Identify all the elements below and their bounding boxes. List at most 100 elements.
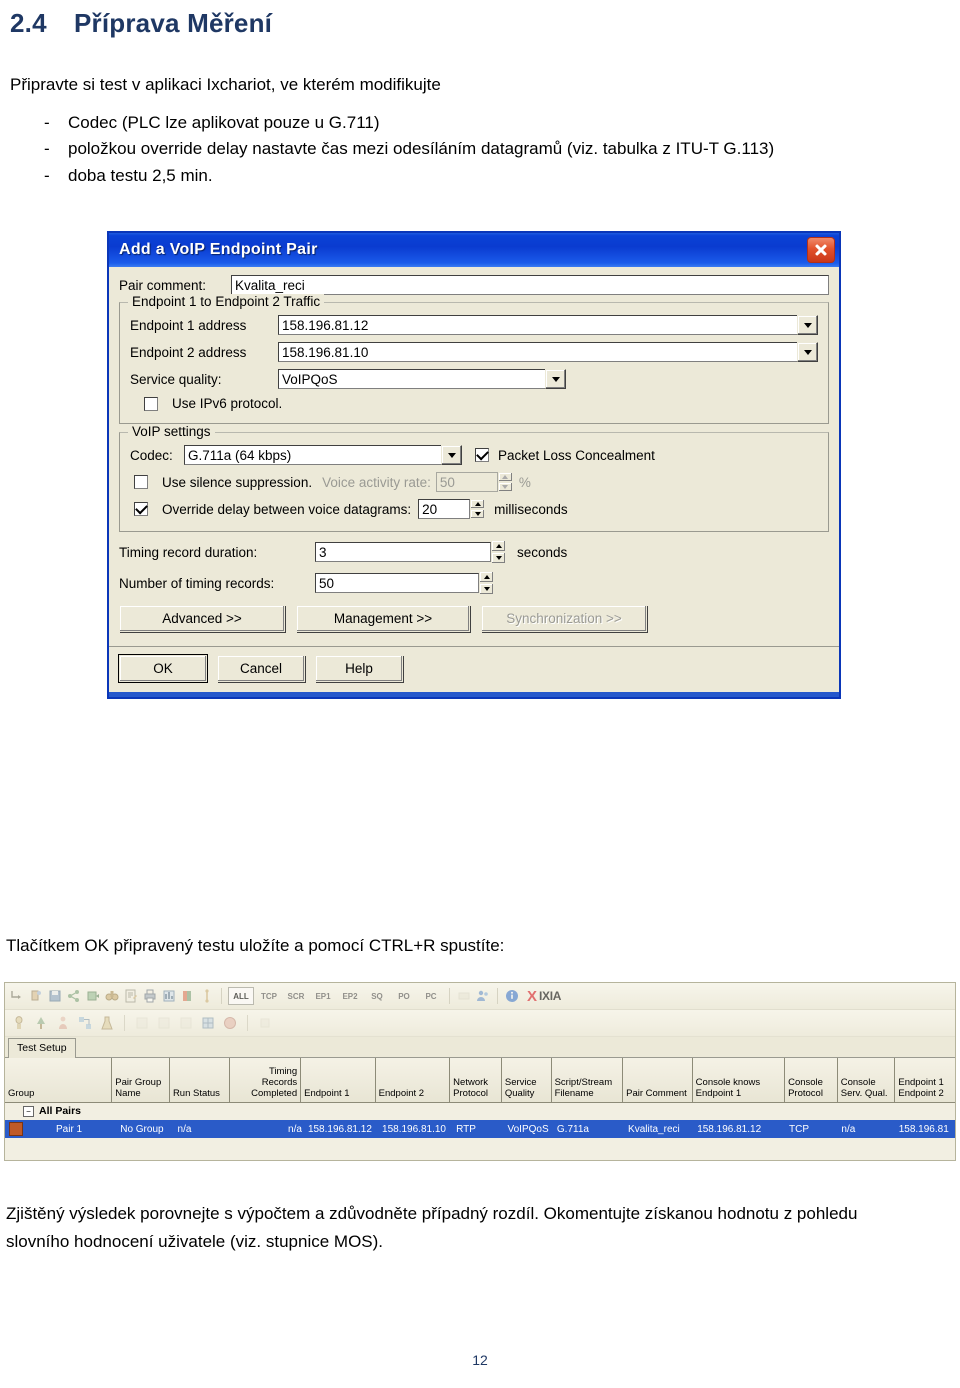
cell-endpoint-2: 158.196.81.10 <box>382 1123 446 1135</box>
cell-service-quality: VoIPQoS <box>507 1123 549 1135</box>
help-button[interactable]: Help <box>315 655 403 682</box>
stepper-down-icon[interactable] <box>491 552 506 564</box>
edit-script-icon[interactable] <box>123 988 139 1004</box>
service-quality-label: Service quality: <box>130 371 222 387</box>
service-quality-combo[interactable]: VoIPQoS <box>278 369 566 389</box>
info-icon[interactable] <box>504 988 520 1004</box>
timing-record-duration-row: Timing record duration: 3 seconds <box>119 540 829 564</box>
codec-combo[interactable]: G.711a (64 kbps) <box>184 445 462 465</box>
column-header-group[interactable]: Group <box>5 1058 113 1102</box>
stepper-up-icon[interactable] <box>497 472 513 482</box>
save-icon[interactable] <box>47 988 63 1004</box>
advanced-button[interactable]: Advanced >> <box>119 605 285 632</box>
filter-button-po[interactable]: PO <box>392 988 416 1004</box>
measure-icon[interactable] <box>199 988 215 1004</box>
chevron-down-icon[interactable] <box>545 369 566 389</box>
person-icon[interactable] <box>55 1015 71 1031</box>
filter-button-pc[interactable]: PC <box>419 988 443 1004</box>
page-title: 2.4 Příprava Měření <box>10 8 272 39</box>
stepper-up-icon[interactable] <box>491 540 506 552</box>
tree-root-label: All Pairs <box>39 1105 82 1117</box>
section-button-bar: Advanced >> Management >> Synchronizatio… <box>119 605 829 632</box>
filter-button-ep2[interactable]: EP2 <box>338 988 362 1004</box>
column-header-pair-group-name[interactable]: Pair Group Name <box>112 1058 170 1102</box>
column-header-endpoint-2[interactable]: Endpoint 2 <box>375 1058 451 1102</box>
people-icon[interactable] <box>475 988 491 1004</box>
endpoint2-address-value[interactable]: 158.196.81.10 <box>278 342 797 362</box>
share-icon[interactable] <box>66 988 82 1004</box>
chevron-down-icon[interactable] <box>441 445 462 465</box>
chevron-down-icon[interactable] <box>797 342 818 362</box>
voice-activity-rate-input[interactable]: 50 <box>435 472 498 492</box>
packet-loss-concealment-checkbox[interactable] <box>475 447 489 462</box>
binoculars-icon[interactable] <box>104 988 120 1004</box>
column-header-endpoint-1-endpoint-2[interactable]: Endpoint 1 Endpoint 2 <box>895 1058 956 1102</box>
chevron-down-icon[interactable] <box>797 315 818 335</box>
tab-test-setup[interactable]: Test Setup <box>8 1038 76 1058</box>
override-delay-checkbox[interactable] <box>134 501 148 516</box>
column-header-service-quality[interactable]: Service Quality <box>501 1058 552 1102</box>
number-of-timing-records-stepper[interactable] <box>479 571 494 595</box>
column-header-run-status[interactable]: Run Status <box>169 1058 230 1102</box>
ixchariot-toolbar-primary: ALL TCP SCR EP1 EP2 SQ PO PC X IXIA <box>5 983 955 1010</box>
timing-record-duration-input[interactable]: 3 <box>315 542 491 562</box>
network-pair-icon[interactable] <box>77 1015 93 1031</box>
pair-comment-input[interactable]: Kvalita_reci <box>231 275 829 295</box>
number-of-timing-records-input[interactable]: 50 <box>315 573 479 593</box>
override-delay-row: Override delay between voice datagrams: … <box>130 499 818 519</box>
table-row[interactable]: Pair 1 No Group n/a n/a 158.196.81.12 15… <box>5 1120 955 1138</box>
filter-button-all[interactable]: ALL <box>228 987 254 1005</box>
column-header-network-protocol[interactable]: Network Protocol <box>450 1058 502 1102</box>
filter-button-scr[interactable]: SCR <box>284 988 308 1004</box>
tree-icon[interactable] <box>33 1015 49 1031</box>
tree-root-row[interactable]: − All Pairs <box>5 1103 955 1120</box>
override-delay-stepper[interactable] <box>470 499 486 519</box>
stop-icon[interactable] <box>222 1015 238 1031</box>
filter-button-ep1[interactable]: EP1 <box>311 988 335 1004</box>
chart-icon[interactable] <box>161 988 177 1004</box>
stepper-up-icon[interactable] <box>479 571 494 583</box>
filter-button-sq[interactable]: SQ <box>365 988 389 1004</box>
endpoint1-address-combo[interactable]: 158.196.81.12 <box>278 315 818 335</box>
column-header-console-knows-endpoint-1[interactable]: Console knows Endpoint 1 <box>692 1058 786 1102</box>
endpoint2-address-combo[interactable]: 158.196.81.10 <box>278 342 818 362</box>
override-delay-input[interactable]: 20 <box>418 499 471 519</box>
heading-number: 2.4 <box>10 8 47 38</box>
cancel-button[interactable]: Cancel <box>217 655 305 682</box>
dialog-body: Pair comment: Kvalita_reci Endpoint 1 to… <box>109 267 839 644</box>
stepper-down-icon[interactable] <box>497 482 513 492</box>
timing-record-duration-stepper[interactable] <box>491 540 506 564</box>
codec-value[interactable]: G.711a (64 kbps) <box>184 445 441 465</box>
collapse-icon[interactable]: − <box>23 1106 34 1117</box>
use-silence-suppression-checkbox[interactable] <box>134 475 148 489</box>
column-header-endpoint-1[interactable]: Endpoint 1 <box>301 1058 376 1102</box>
flag-icon[interactable] <box>180 988 196 1004</box>
column-header-console-protocol[interactable]: Console Protocol <box>785 1058 838 1102</box>
grid-icon[interactable] <box>200 1015 216 1031</box>
column-header-pair-comment[interactable]: Pair Comment <box>623 1058 693 1102</box>
run-test-icon[interactable] <box>85 988 101 1004</box>
printer-icon[interactable] <box>142 988 158 1004</box>
add-pair-icon[interactable] <box>28 988 44 1004</box>
column-header-timing-records-completed[interactable]: Timing Records Completed <box>229 1058 302 1102</box>
new-pair-icon[interactable] <box>9 988 25 1004</box>
management-button[interactable]: Management >> <box>296 605 470 632</box>
ixia-logo: X IXIA <box>527 989 561 1004</box>
voice-activity-rate-stepper[interactable] <box>497 472 513 492</box>
ok-button[interactable]: OK <box>119 655 207 682</box>
stepper-down-icon[interactable] <box>479 583 494 595</box>
filter-button-tcp[interactable]: TCP <box>257 988 281 1004</box>
close-icon[interactable] <box>807 237 835 263</box>
stepper-down-icon[interactable] <box>470 509 486 519</box>
column-header-script-stream-filename[interactable]: Script/Stream Filename <box>551 1058 624 1102</box>
voice-activity-rate-unit: % <box>518 474 531 490</box>
stepper-up-icon[interactable] <box>470 499 486 509</box>
endpoint1-address-value[interactable]: 158.196.81.12 <box>278 315 797 335</box>
endpoint-icon[interactable] <box>11 1015 27 1031</box>
ixia-name: IXIA <box>539 989 562 1003</box>
service-quality-value[interactable]: VoIPQoS <box>278 369 545 389</box>
use-ipv6-checkbox[interactable] <box>144 396 158 411</box>
column-header-console-serv-qual[interactable]: Console Serv. Qual. <box>837 1058 896 1102</box>
cell-network-protocol: RTP <box>456 1123 476 1135</box>
flask-icon[interactable] <box>99 1015 115 1031</box>
